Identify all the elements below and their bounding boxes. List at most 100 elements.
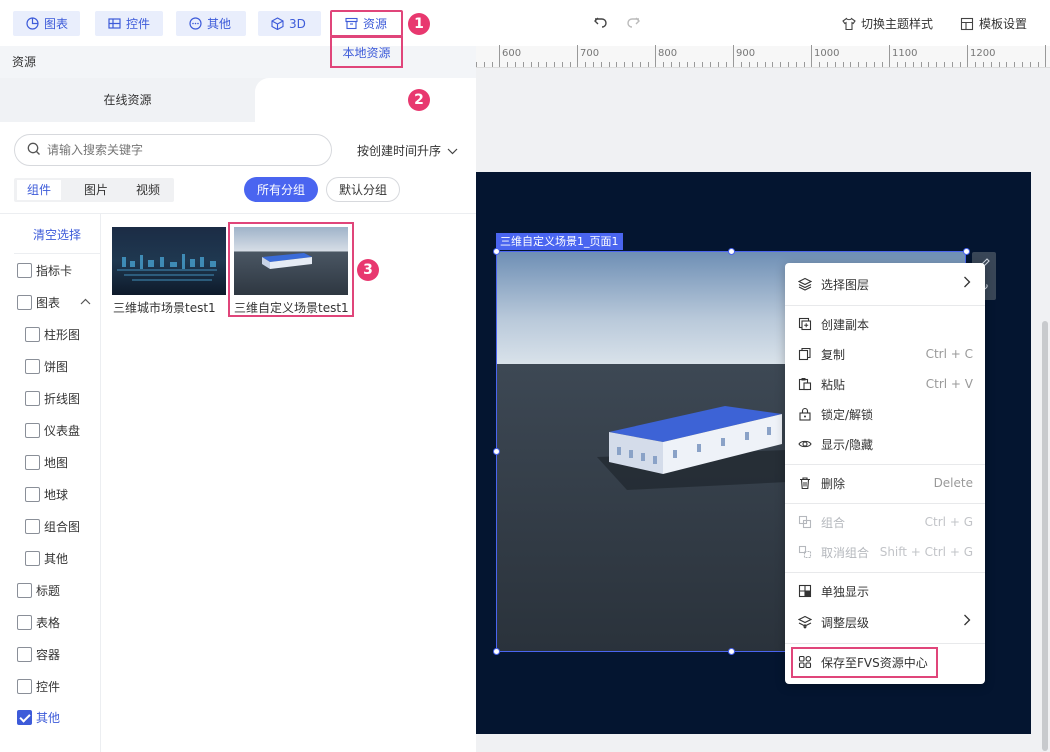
type-tab-image[interactable]: 图片 [74,180,118,200]
menu-item-lock[interactable]: 锁定/解锁 [785,401,985,427]
vertical-scrollbar[interactable] [1042,321,1048,751]
ruler-tick [834,62,836,67]
menu-item-delete[interactable]: 删除 Delete [785,470,985,496]
resize-handle[interactable] [493,448,500,455]
filter-widget[interactable]: 控件 [17,678,60,695]
type-tab-video[interactable]: 视频 [126,180,170,200]
filter-globe[interactable]: 地球 [25,486,68,503]
chevron-right-icon [963,614,971,630]
type-segment: 组件 图片 视频 [14,178,174,202]
chart-button[interactable]: 图表 [13,11,80,36]
menu-shortcut: Ctrl + V [925,377,973,391]
checkbox[interactable] [17,263,32,278]
filter-gauge[interactable]: 仪表盘 [25,422,80,439]
menu-label: 取消组合 [821,545,870,560]
ruler-tick [866,62,867,67]
type-tab-component[interactable]: 组件 [17,180,61,200]
3d-button[interactable]: 3D [258,11,321,36]
resource-thumbnail-city[interactable] [112,227,226,295]
checkbox[interactable] [25,359,40,374]
ruler-tick [967,45,969,67]
filter-indicator-card[interactable]: 指标卡 [17,262,72,279]
checkbox-checked[interactable] [17,710,32,725]
filter-bar-chart[interactable]: 柱形图 [25,326,80,343]
resize-handle[interactable] [728,648,735,655]
checkbox[interactable] [17,615,32,630]
filter-other[interactable]: 其他 [17,709,60,726]
divider [100,214,101,752]
tab-local-resources[interactable]: 本地资源 [330,36,403,68]
checkbox[interactable] [17,583,32,598]
menu-item-copy[interactable]: 复制 Ctrl + C [785,341,985,367]
menu-label: 删除 [821,476,846,491]
widget-button[interactable]: 控件 [95,11,163,36]
menu-item-solo-display[interactable]: 单独显示 [785,578,985,604]
resize-handle[interactable] [728,248,735,255]
checkbox[interactable] [17,647,32,662]
chevron-up-icon[interactable] [80,297,91,308]
ruler-label: 1000 [814,48,840,59]
menu-item-paste[interactable]: 粘贴 Ctrl + V [785,371,985,397]
filter-chart-other[interactable]: 其他 [25,550,68,567]
resize-handle[interactable] [493,248,500,255]
filter-title[interactable]: 标题 [17,582,60,599]
checkbox[interactable] [25,391,40,406]
tab-online-resources[interactable]: 在线资源 [0,78,255,122]
resize-handle[interactable] [493,648,500,655]
filter-map[interactable]: 地图 [25,454,68,471]
checkbox[interactable] [25,423,40,438]
menu-shortcut: Ctrl + C [925,347,973,361]
group-all-button[interactable]: 所有分组 [244,177,318,202]
filter-label: 图表 [36,296,61,310]
group-default-button[interactable]: 默认分组 [326,177,400,202]
ruler-tick [655,45,657,67]
sort-dropdown[interactable]: 按创建时间升序 [357,142,458,159]
checkbox[interactable] [25,519,40,534]
ruler-tick [476,62,477,67]
ruler-tick [897,62,899,67]
filter-table[interactable]: 表格 [17,614,60,631]
filter-combo-chart[interactable]: 组合图 [25,518,80,535]
checkbox[interactable] [25,327,40,342]
resize-handle[interactable] [963,248,970,255]
menu-item-show-hide[interactable]: 显示/隐藏 [785,431,985,457]
menu-item-ungroup[interactable]: 取消组合 Shift + Ctrl + G [785,539,985,565]
ruler-tick [554,62,555,67]
checkbox[interactable] [17,295,32,310]
filter-label: 其他 [36,711,61,725]
layers-icon [798,277,812,291]
switch-theme-button[interactable]: 切换主题样式 [842,15,933,32]
ruler-tick [530,62,532,67]
ruler-tick [678,62,680,67]
ruler-tick [850,62,852,67]
search-input[interactable] [47,143,307,157]
menu-item-select-layer[interactable]: 选择图层 [785,271,985,297]
filter-line-chart[interactable]: 折线图 [25,390,80,407]
other-button[interactable]: 其他 [176,11,246,36]
menu-item-adjust-level[interactable]: 调整层级 [785,609,985,635]
widget-button-label: 控件 [126,17,151,31]
resource-tabs: 在线资源 [0,78,476,122]
resource-button[interactable]: 资源 [330,10,403,37]
ruler-tick [788,62,789,67]
checkbox[interactable] [25,455,40,470]
filter-container[interactable]: 容器 [17,646,60,663]
search-box[interactable] [14,134,332,166]
menu-item-duplicate[interactable]: 创建副本 [785,311,985,337]
redo-icon[interactable] [625,14,641,33]
filter-chart[interactable]: 图表 [17,294,91,311]
tab-local-background [255,78,476,122]
template-settings-button[interactable]: 模板设置 [960,15,1027,32]
filter-label: 柱形图 [44,328,81,342]
menu-item-group[interactable]: 组合 Ctrl + G [785,509,985,535]
ruler-tick [694,62,696,67]
checkbox[interactable] [25,487,40,502]
ruler-tick [639,62,641,67]
filter-pie-chart[interactable]: 饼图 [25,358,68,375]
clear-selection-link[interactable]: 清空选择 [33,226,81,243]
checkbox[interactable] [25,551,40,566]
ruler-tick [951,62,953,67]
ruler-tick [686,62,688,67]
undo-icon[interactable] [593,14,609,33]
checkbox[interactable] [17,679,32,694]
